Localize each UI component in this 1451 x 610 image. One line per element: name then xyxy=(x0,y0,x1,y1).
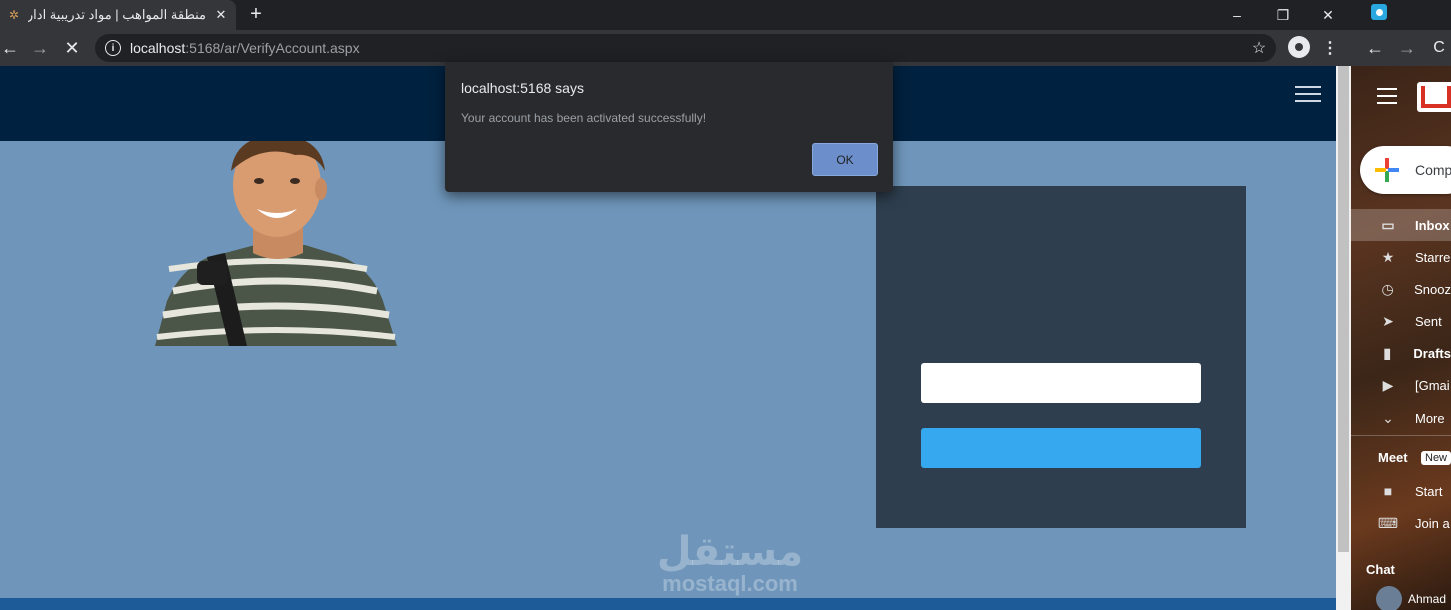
new-badge: New xyxy=(1421,451,1451,465)
url-path: :5168/ar/VerifyAccount.aspx xyxy=(185,40,360,56)
clock-icon: ◷ xyxy=(1381,280,1394,297)
minimize-button[interactable]: – xyxy=(1214,0,1260,30)
draft-icon: ▮ xyxy=(1383,344,1392,361)
avatar xyxy=(1376,586,1402,610)
meet-start-item[interactable]: ■ Start xyxy=(1351,475,1451,507)
address-bar[interactable]: i localhost:5168/ar/VerifyAccount.aspx xyxy=(95,34,1276,62)
alert-ok-button[interactable]: OK xyxy=(812,143,878,176)
ornament-icon: ✲ xyxy=(8,8,20,22)
inbox-icon: ▭ xyxy=(1381,216,1395,233)
hero-person-image xyxy=(155,141,397,346)
bookmark-star-icon[interactable]: ☆ xyxy=(1249,38,1269,58)
chat-user-item[interactable]: Ahmad xyxy=(1376,586,1451,610)
mostaql-watermark: مستقل mostaql.com xyxy=(645,531,815,601)
meet-start-label: Start xyxy=(1415,483,1443,499)
gmail-nav-drafts[interactable]: ▮ Drafts xyxy=(1351,337,1451,369)
chat-user-name: Ahmad xyxy=(1408,592,1447,606)
compose-button[interactable]: Comp xyxy=(1360,146,1451,194)
watermark-english: mostaql.com xyxy=(662,571,798,596)
watermark-arabic: مستقل xyxy=(656,529,804,575)
nav-label: Snooz xyxy=(1414,281,1451,297)
compose-plus-icon xyxy=(1375,158,1399,182)
divider xyxy=(1351,435,1451,436)
second-toolbar: ← → C xyxy=(1351,30,1451,66)
browser-window: ✲ منطقة المواهب | مواد تدريبية ادارة ✕ +… xyxy=(0,0,1351,610)
verify-panel xyxy=(876,186,1246,528)
nav-label: Drafts xyxy=(1413,345,1451,361)
gmail-nav-sent[interactable]: ➤ Sent xyxy=(1351,305,1451,337)
video-camera-icon: ■ xyxy=(1383,483,1393,499)
chat-heading: Chat xyxy=(1366,562,1395,577)
alert-message: Your account has been activated successf… xyxy=(461,111,707,125)
hamburger-menu-icon[interactable] xyxy=(1295,86,1321,106)
maximize-button[interactable]: ❐ xyxy=(1260,0,1306,30)
url-host: localhost xyxy=(130,40,186,56)
star-icon: ★ xyxy=(1381,248,1395,265)
gmail-nav-snoozed[interactable]: ◷ Snooz xyxy=(1351,273,1451,305)
second-reload-button[interactable]: C xyxy=(1427,36,1451,60)
second-browser-window: ← → C Comp ▭ Inbox ★ Starre ◷ Snooz ➤ Se… xyxy=(1351,0,1451,610)
stop-loading-button[interactable]: ✕ xyxy=(60,36,84,60)
gmail-logo-icon[interactable] xyxy=(1417,82,1451,112)
close-window-button[interactable]: ✕ xyxy=(1305,0,1351,30)
new-tab-button[interactable]: + xyxy=(244,2,268,26)
info-icon[interactable]: i xyxy=(105,40,121,56)
profile-avatar-icon[interactable] xyxy=(1288,36,1310,58)
tab-title: منطقة المواهب | مواد تدريبية ادارة xyxy=(28,7,206,22)
gmail-nav-inbox[interactable]: ▭ Inbox xyxy=(1351,209,1451,241)
gmail-tab-favicon-icon[interactable] xyxy=(1371,4,1387,20)
chevron-down-icon: ⌄ xyxy=(1382,409,1394,426)
gmail-menu-icon[interactable] xyxy=(1377,88,1397,104)
browser-menu-icon[interactable]: ⋮ xyxy=(1320,36,1340,60)
site-footer xyxy=(0,598,1336,610)
nav-label: More xyxy=(1415,410,1445,426)
meet-heading: Meet xyxy=(1378,450,1408,465)
nav-label: Inbox xyxy=(1415,217,1450,233)
alert-dialog: localhost:5168 says Your account has bee… xyxy=(445,62,893,192)
scrollbar-thumb[interactable] xyxy=(1338,66,1349,552)
nav-label: Sent xyxy=(1415,313,1442,329)
tab-strip: ✲ منطقة المواهب | مواد تدريبية ادارة ✕ +… xyxy=(0,0,1351,30)
gmail-nav-label[interactable]: ▶ [Gmai xyxy=(1351,369,1451,401)
compose-label: Comp xyxy=(1415,162,1451,178)
back-button[interactable]: ← xyxy=(0,36,22,60)
keyboard-icon: ⌨ xyxy=(1377,514,1399,531)
nav-label: Starre xyxy=(1415,249,1451,265)
meet-join-item[interactable]: ⌨ Join a xyxy=(1351,507,1451,539)
gmail-nav-more[interactable]: ⌄ More xyxy=(1351,402,1451,434)
alert-title: localhost:5168 says xyxy=(461,80,584,96)
second-tab-strip xyxy=(1351,0,1451,30)
gmail-nav-starred[interactable]: ★ Starre xyxy=(1351,241,1451,273)
second-back-button[interactable]: ← xyxy=(1363,36,1387,60)
submit-button[interactable] xyxy=(921,428,1201,468)
forward-button[interactable]: → xyxy=(28,36,52,60)
send-icon: ➤ xyxy=(1382,312,1394,329)
nav-label: [Gmai xyxy=(1415,377,1450,393)
meet-join-label: Join a xyxy=(1415,515,1450,531)
browser-tab[interactable]: ✲ منطقة المواهب | مواد تدريبية ادارة ✕ xyxy=(0,0,236,30)
second-forward-button[interactable]: → xyxy=(1395,36,1419,60)
tab-close-icon[interactable]: ✕ xyxy=(212,6,230,24)
verification-code-input[interactable] xyxy=(921,363,1201,403)
label-icon: ▶ xyxy=(1382,376,1394,393)
